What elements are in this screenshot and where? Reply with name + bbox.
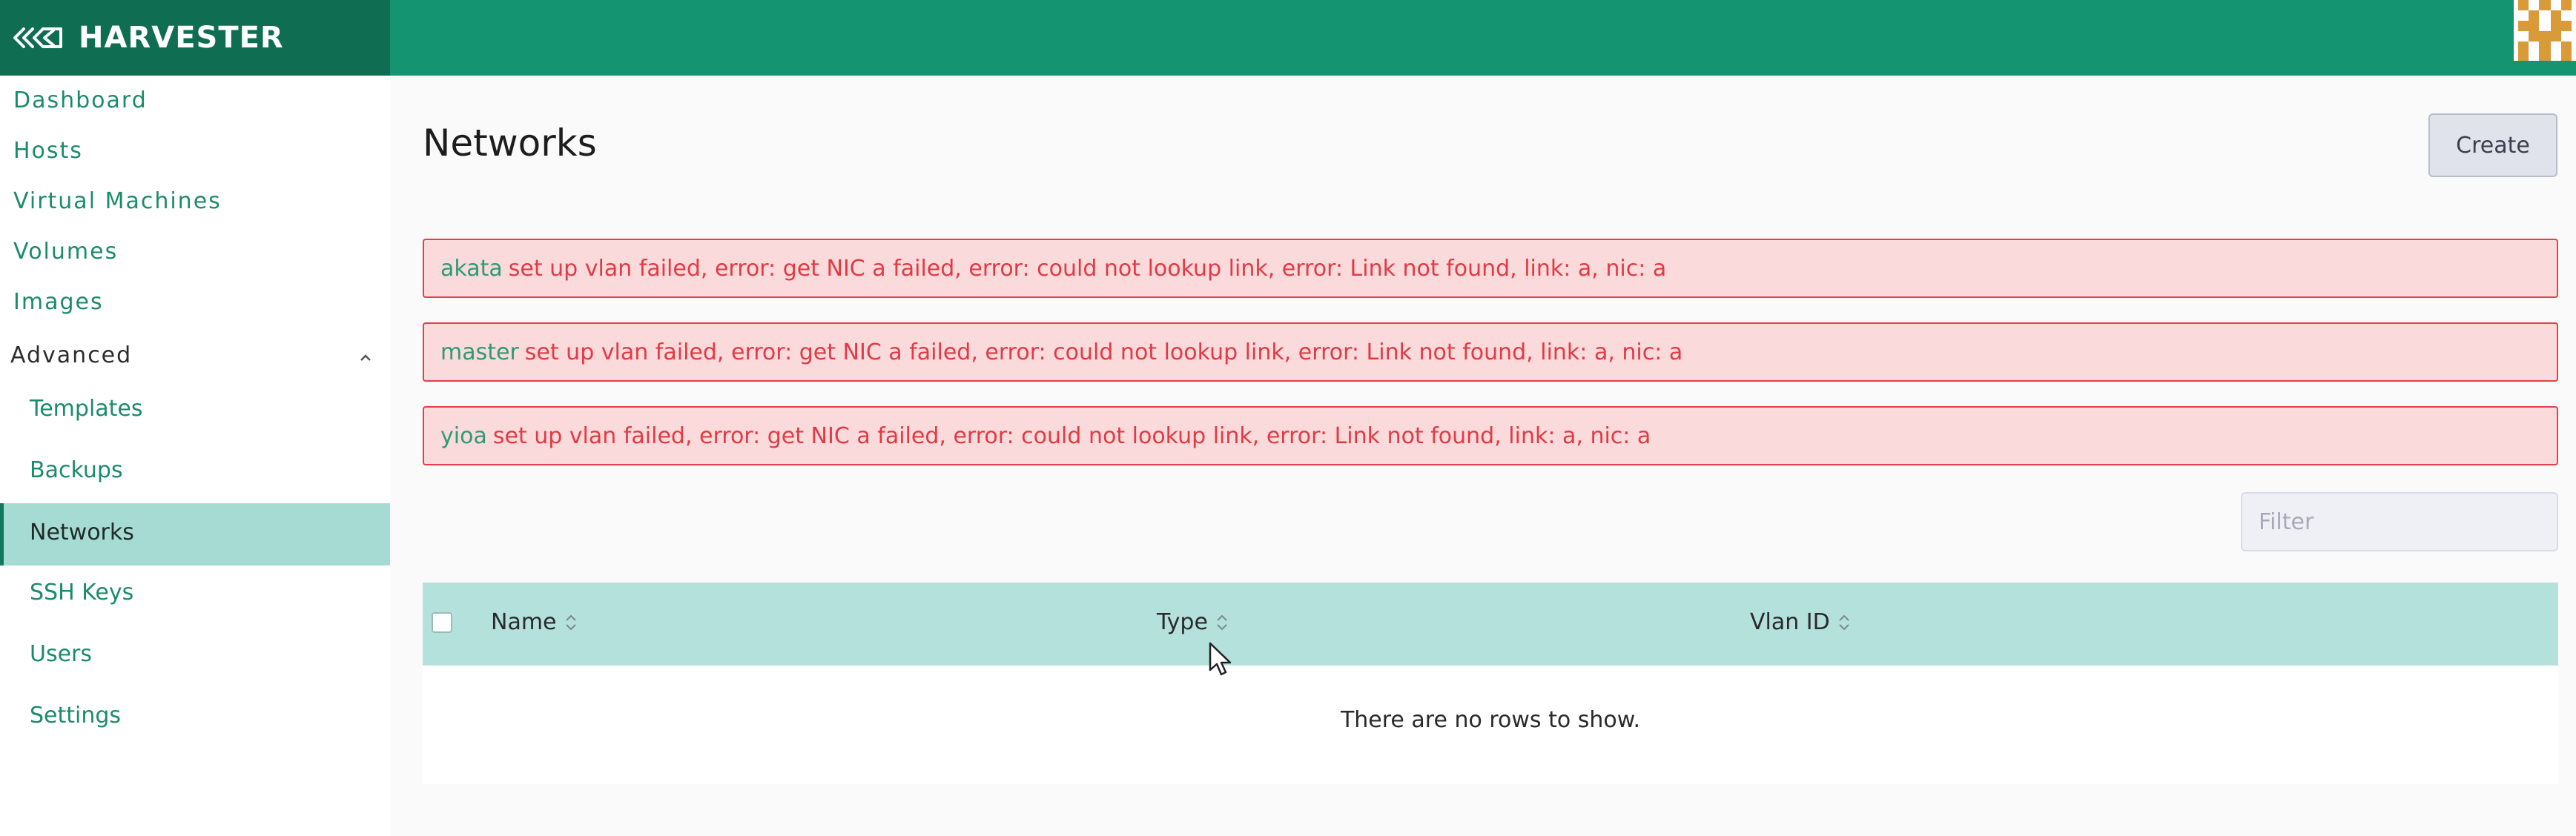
alert-host-link[interactable]: yioa — [440, 423, 487, 449]
create-button[interactable]: Create — [2428, 113, 2557, 177]
sidebar: Dashboard Hosts Virtual Machines Volumes… — [0, 76, 390, 836]
column-header-label: Name — [491, 609, 557, 635]
sidebar-item-networks[interactable]: Networks — [0, 503, 390, 565]
alert-host-link[interactable]: akata — [440, 256, 503, 282]
error-alert: yioa set up vlan failed, error: get NIC … — [423, 406, 2558, 465]
mouse-cursor-icon — [1209, 642, 1232, 676]
alert-message: set up vlan failed, error: get NIC a fai… — [524, 339, 1683, 365]
alert-message: set up vlan failed, error: get NIC a fai… — [508, 255, 1667, 282]
sort-icon — [565, 614, 576, 630]
sidebar-item-templates[interactable]: Templates — [30, 396, 143, 422]
sidebar-item-backups[interactable]: Backups — [30, 457, 123, 483]
alert-message: set up vlan failed, error: get NIC a fai… — [492, 422, 1651, 449]
error-alert: akata set up vlan failed, error: get NIC… — [423, 239, 2558, 298]
column-header-type[interactable]: Type — [1157, 609, 1229, 635]
filter-input[interactable] — [2241, 492, 2558, 551]
brand-name: HARVESTER — [79, 21, 284, 55]
column-header-label: Type — [1157, 609, 1208, 635]
sidebar-item-images[interactable]: Images — [13, 289, 104, 315]
column-header-label: Vlan ID — [1750, 609, 1830, 635]
sidebar-item-dashboard[interactable]: Dashboard — [13, 87, 148, 113]
sidebar-item-users[interactable]: Users — [30, 641, 92, 667]
empty-table-message: There are no rows to show. — [1340, 707, 1641, 733]
sort-icon — [1839, 614, 1849, 630]
sidebar-group-advanced[interactable]: Advanced — [10, 342, 132, 368]
sidebar-item-networks-label: Networks — [30, 520, 134, 545]
brand[interactable]: HARVESTER — [0, 0, 390, 76]
select-all-checkbox[interactable] — [432, 612, 452, 633]
sidebar-item-settings[interactable]: Settings — [30, 703, 121, 729]
sidebar-item-virtual-machines[interactable]: Virtual Machines — [13, 188, 222, 214]
sidebar-item-ssh-keys[interactable]: SSH Keys — [30, 580, 133, 606]
page-title: Networks — [423, 122, 597, 165]
harvester-logo-icon — [13, 27, 62, 48]
sidebar-item-volumes[interactable]: Volumes — [13, 239, 118, 265]
column-header-name[interactable]: Name — [491, 609, 578, 635]
sort-icon — [1217, 614, 1227, 630]
sidebar-item-hosts[interactable]: Hosts — [13, 138, 83, 164]
avatar[interactable] — [2514, 0, 2576, 61]
error-alert: master set up vlan failed, error: get NI… — [423, 322, 2558, 382]
top-bar: HARVESTER — [0, 0, 2576, 76]
column-header-vlan-id[interactable]: Vlan ID — [1750, 609, 1851, 635]
chevron-up-icon[interactable] — [357, 350, 374, 366]
table-header: Name Type Vlan ID — [423, 583, 2558, 666]
alert-host-link[interactable]: master — [440, 339, 519, 365]
table-body: There are no rows to show. — [423, 666, 2558, 784]
